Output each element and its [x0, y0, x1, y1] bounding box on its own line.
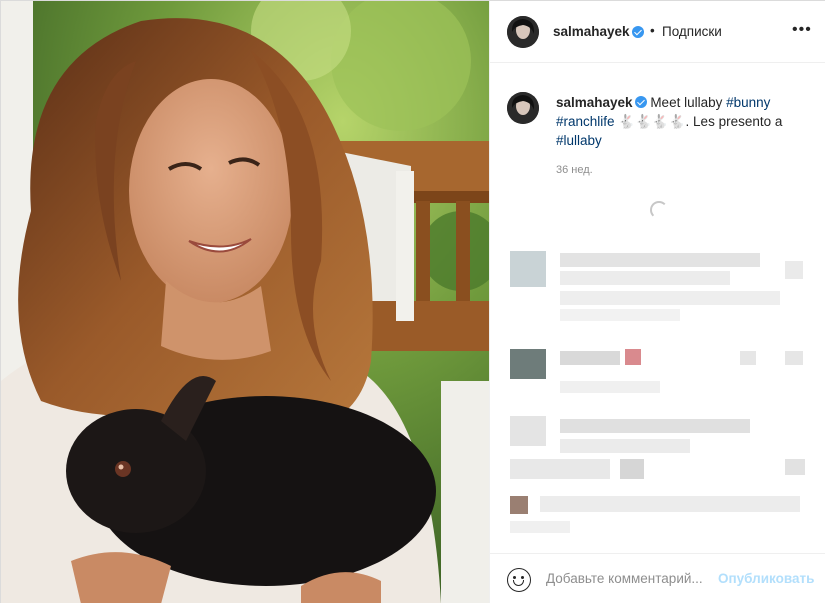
- smile-icon[interactable]: [507, 568, 531, 592]
- post-header: salmahayek • Подписки •••: [490, 1, 825, 63]
- blurred-block: [785, 261, 803, 279]
- blurred-block: [560, 271, 730, 285]
- verified-badge-icon: [632, 26, 644, 38]
- instagram-post: salmahayek • Подписки ••• salmahayek Mee…: [0, 0, 825, 603]
- hashtag-lullaby[interactable]: #lullaby: [556, 133, 602, 148]
- comment-input[interactable]: [546, 571, 716, 586]
- publish-button[interactable]: Опубликовать: [718, 571, 814, 586]
- caption-username[interactable]: salmahayek: [556, 95, 633, 110]
- hashtag-ranchlife[interactable]: #ranchlife: [556, 114, 615, 129]
- loading-spinner-icon: [650, 201, 668, 219]
- blurred-block: [560, 351, 620, 365]
- blurred-block: [560, 439, 690, 453]
- post-photo[interactable]: [1, 1, 489, 603]
- comments-blurred: [490, 191, 825, 551]
- following-button[interactable]: Подписки: [662, 24, 722, 39]
- blurred-block: [560, 381, 660, 393]
- blurred-block: [740, 351, 756, 365]
- smile-eye: [513, 576, 516, 579]
- avatar-image: [507, 16, 539, 48]
- profile-avatar[interactable]: [507, 16, 539, 48]
- blurred-block: [785, 459, 805, 475]
- post-side-panel: salmahayek • Подписки ••• salmahayek Mee…: [489, 1, 825, 603]
- header-separator: •: [650, 23, 655, 38]
- comment-bar: Опубликовать: [490, 553, 825, 603]
- caption-mid: Les presento a: [693, 114, 783, 129]
- blurred-block: [625, 349, 641, 365]
- photo-woman-with-black-rabbit: [1, 1, 489, 603]
- avatar-image: [507, 92, 539, 124]
- smile-eye: [521, 576, 524, 579]
- blurred-block: [560, 309, 680, 321]
- caption-avatar[interactable]: [507, 92, 539, 124]
- caption-text: salmahayek Meet lullaby #bunny #ranchlif…: [556, 93, 806, 150]
- caption-emojis: 🐇🐇🐇🐇.: [614, 114, 694, 129]
- blurred-block: [560, 291, 780, 305]
- blurred-block: [510, 521, 570, 533]
- smile-mouth: [513, 580, 524, 586]
- blurred-block: [560, 419, 750, 433]
- blurred-block: [785, 351, 803, 365]
- verified-badge-icon: [634, 96, 647, 108]
- more-options-icon[interactable]: •••: [792, 21, 812, 39]
- blurred-block: [560, 253, 760, 267]
- blurred-block: [620, 459, 644, 479]
- blurred-block: [510, 416, 546, 446]
- blurred-block: [540, 496, 800, 512]
- blurred-block: [510, 496, 528, 514]
- blurred-block: [510, 459, 610, 479]
- post-timestamp[interactable]: 36 нед.: [556, 164, 593, 176]
- caption-intro: Meet lullaby: [646, 95, 727, 110]
- blurred-block: [510, 251, 546, 287]
- blurred-block: [510, 349, 546, 379]
- header-username[interactable]: salmahayek: [553, 24, 630, 39]
- hashtag-bunny[interactable]: #bunny: [726, 95, 770, 110]
